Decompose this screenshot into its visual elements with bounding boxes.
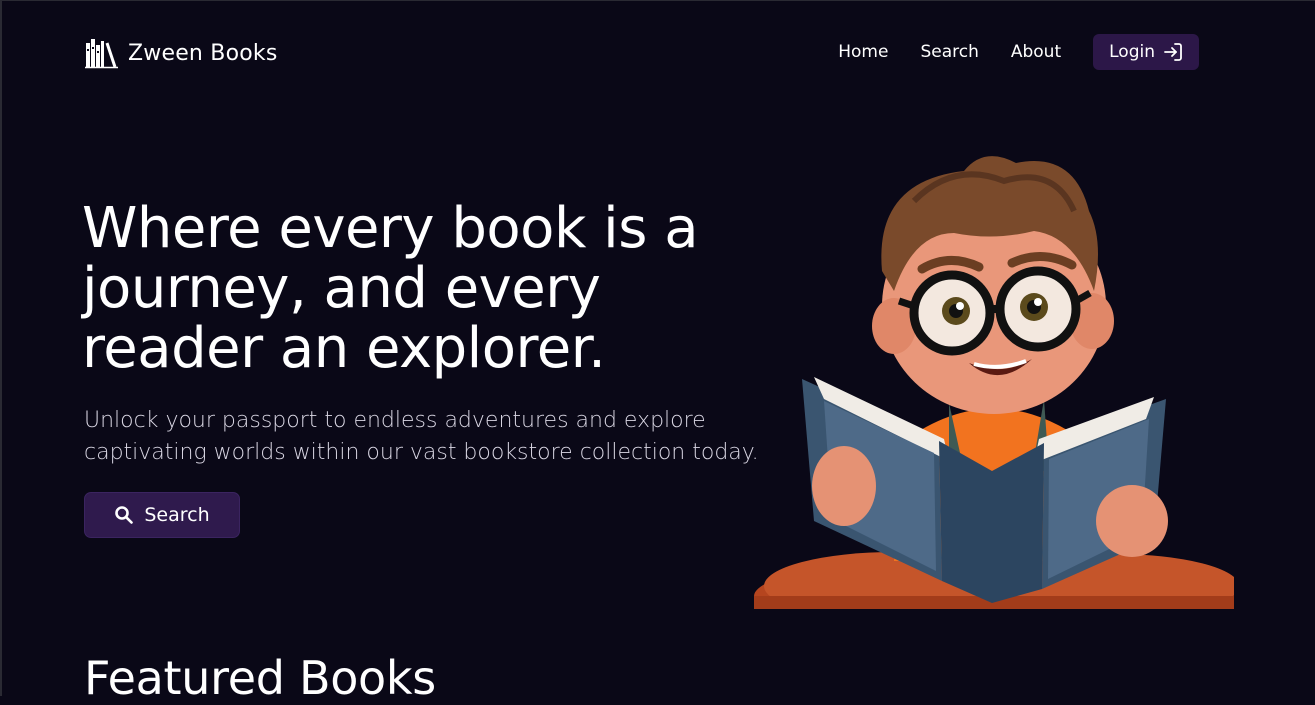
hero-subtitle: Unlock your passport to endless adventur…: [84, 408, 759, 465]
hero-title: Where every book is a journey, and every…: [82, 196, 699, 381]
search-icon: [114, 505, 134, 525]
nav-about-link[interactable]: About: [1011, 42, 1061, 62]
books-icon: [84, 37, 120, 69]
login-button[interactable]: Login: [1093, 34, 1199, 70]
brand[interactable]: Zween Books: [84, 37, 278, 69]
login-label: Login: [1109, 42, 1155, 62]
brand-name: Zween Books: [128, 40, 278, 66]
login-icon: [1163, 42, 1183, 62]
hero-search-button[interactable]: Search: [84, 492, 240, 538]
nav-home-link[interactable]: Home: [838, 42, 888, 62]
boy-reading-book-illustration: [754, 141, 1239, 636]
page: Zween Books Home Search About Login Wher…: [0, 0, 1315, 705]
nav-search-link[interactable]: Search: [920, 42, 978, 62]
main-nav: Home Search About Login: [838, 34, 1199, 70]
featured-books-title: Featured Books: [84, 651, 436, 705]
hero-search-label: Search: [144, 504, 210, 526]
